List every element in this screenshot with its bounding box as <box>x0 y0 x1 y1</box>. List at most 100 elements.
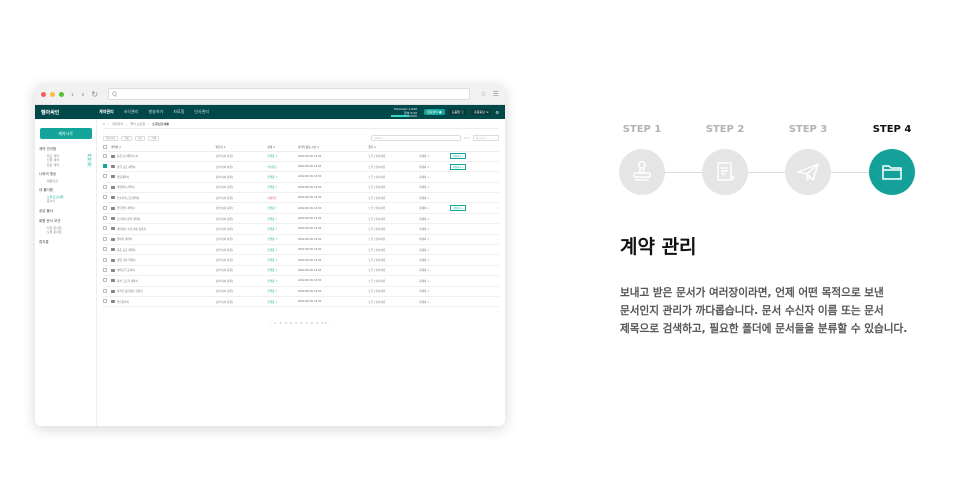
help-button[interactable]: 도움말 ⓘ <box>448 109 467 115</box>
row-detail-link[interactable]: 자세히 > <box>419 186 429 189</box>
maximize-dot[interactable] <box>59 91 64 97</box>
table-row[interactable]: 인수인계 근로계약서 김수미(서 사원) 서명취소 2022-08-30 14:30 노… <box>103 192 499 204</box>
col-sender[interactable]: 발신자 ⇕ <box>215 144 268 152</box>
sign-button[interactable]: 서명하기 ▾ <box>449 153 467 160</box>
move-button[interactable]: 이동하기 <box>103 135 119 141</box>
row-title[interactable]: 업무협약서 <box>117 301 129 304</box>
table-row[interactable]: 재택근무 동의서 김수미(서 사원) 진행중 ↑ 2022-08-30 14:30 노무… <box>103 265 499 277</box>
row-checkbox[interactable] <box>103 195 107 200</box>
step-circle-4[interactable] <box>869 149 915 195</box>
row-checkbox[interactable] <box>103 257 107 262</box>
row-title[interactable]: 물품 공급 계약서 <box>117 249 135 252</box>
row-checkbox[interactable] <box>103 247 107 252</box>
table-row[interactable]: 표준근로계약서 (1) 김수미(서 사원) 진행중 ↑ 2022-08-30 14:3… <box>103 151 499 162</box>
table-row[interactable]: 퇴직금 중간정산 신청서 김수미(서 사원) 진행중 ↑ 2022-08-30 14:… <box>103 286 499 297</box>
row-checkbox[interactable] <box>103 205 107 210</box>
row-detail-link[interactable]: 자세히 > <box>419 218 429 221</box>
table-row[interactable]: 파견 근로자 계약서 김수미(서 사원) 진행중 ↑ 2022-08-30 14:30… <box>103 275 499 287</box>
sign-button[interactable]: 서명하기 ▾ <box>449 205 467 212</box>
row-title[interactable]: 연봉계약서 <box>117 176 129 179</box>
row-title[interactable]: 겸업 금지 약정서 <box>117 259 135 262</box>
row-detail-link[interactable]: 자세히 > <box>419 238 429 241</box>
row-checkbox[interactable] <box>103 153 107 158</box>
table-row[interactable]: 겸업 금지 약정서 김수미(서 사원) 진행중 ↑ 2022-08-30 14:30 노… <box>103 254 499 266</box>
sidebar-section-header[interactable]: 나와의 맹승 <box>39 172 92 177</box>
row-checkbox[interactable] <box>103 267 107 272</box>
row-title[interactable]: 재택근무 동의서 <box>117 269 135 272</box>
notification-button[interactable]: 알림센터 ● <box>424 109 445 115</box>
row-detail-link[interactable]: 자세히 > <box>419 280 429 283</box>
sidebar-section-header[interactable]: 휴지통 <box>39 240 92 245</box>
menu-icon[interactable]: ☰ <box>493 90 499 98</box>
rename-button[interactable]: 이름 <box>121 135 132 141</box>
nav-contracts[interactable]: 계약관리 <box>99 109 114 115</box>
row-detail-link[interactable]: 자세히 > <box>419 166 429 169</box>
sidebar-item[interactable]: · 오류 문서함 <box>39 230 92 235</box>
home-icon[interactable]: ⌂ <box>103 122 105 126</box>
row-title[interactable]: 표준근로계약서 (1) <box>117 155 138 158</box>
row-detail-link[interactable]: 자세히 > <box>419 269 429 272</box>
row-title[interactable]: 프리랜서 용역 계약서 <box>117 218 140 221</box>
crumb-contracts[interactable]: 계약관리 <box>112 122 123 126</box>
row-title[interactable]: 개인정보 수집 이용 동의서 <box>117 228 146 231</box>
search-input[interactable]: Search ... <box>371 135 462 141</box>
row-title[interactable]: 퇴직금 중간정산 신청서 <box>117 290 143 293</box>
table-row[interactable]: 용역 공급 계약서 김수미(서 사원) 복수완료 2022-08-30 14:30 노무… <box>103 161 499 173</box>
row-title[interactable]: 임대차 계약서 <box>117 238 132 241</box>
sidebar-section-header[interactable]: 내 폴더함 <box>39 188 92 193</box>
row-checkbox[interactable] <box>103 226 107 231</box>
row-detail-link[interactable]: 자세히 > <box>419 155 429 158</box>
row-checkbox[interactable] <box>103 164 107 169</box>
sidebar-section-header[interactable]: 계약 관리함 <box>39 147 92 152</box>
col-time[interactable]: 마지막 활동 시간 ⇕ <box>297 144 369 152</box>
back-icon[interactable]: ‹ <box>71 90 74 99</box>
crumb-folder-box[interactable]: 폴더 보관함 <box>130 122 145 126</box>
sort-select[interactable]: 최신 순 ▾ <box>473 135 499 141</box>
sidebar-section-header[interactable]: 공유 폴더 <box>39 209 92 214</box>
sidebar-item[interactable]: · 대용인금 <box>39 179 92 184</box>
sidebar-section-header[interactable]: 회원 문서 보관 <box>39 219 92 224</box>
row-detail-link[interactable]: 자세히 > <box>419 176 429 179</box>
table-row[interactable]: 업무위탁 계약서 김수미(서 사원) 진행중 ↑ 2022-08-30 14:30 노무… <box>103 202 499 214</box>
row-checkbox[interactable] <box>103 184 107 189</box>
row-detail-link[interactable]: 자세히 > <box>419 259 429 262</box>
row-detail-link[interactable]: 자세히 > <box>419 301 429 304</box>
star-icon[interactable]: ☆ <box>480 90 486 98</box>
row-checkbox[interactable] <box>103 288 107 293</box>
row-detail-link[interactable]: 자세히 > <box>419 249 429 252</box>
row-detail-link[interactable]: 자세히 > <box>419 197 429 200</box>
pagination[interactable]: ‹ 1 2 3 4 5 6 7 8 9 10 › <box>103 321 499 325</box>
nav-files[interactable]: 자료함 <box>173 109 184 115</box>
row-checkbox[interactable] <box>103 236 107 241</box>
brand-logo[interactable]: 텔아싸인 <box>41 109 99 116</box>
sign-button[interactable]: 서명하기 ▾ <box>449 163 467 170</box>
table-row[interactable]: 연봉계약서 김수미(서 사원) 진행중 ↑ 2022-08-30 14:30 노무 | … <box>103 171 499 183</box>
row-title[interactable]: 인수인계 근로계약서 <box>117 197 139 200</box>
table-row[interactable]: 임대차 계약서 김수미(서 사원) 진행중 ↑ 2022-08-30 14:30 노무 … <box>103 234 499 246</box>
table-row[interactable]: 물품 공급 계약서 김수미(서 사원) 진행중 ↑ 2022-08-30 14:30 노… <box>103 244 499 256</box>
reload-icon[interactable]: ↻ <box>91 90 98 99</box>
start-contract-button[interactable]: 계약시작 <box>39 128 92 139</box>
row-title[interactable]: 용역 공급 계약서 <box>117 166 135 169</box>
delete-button[interactable]: 삭제 <box>148 135 160 141</box>
row-checkbox[interactable] <box>103 216 107 221</box>
nav-templates[interactable]: 서식관리 <box>124 109 139 115</box>
address-bar[interactable]: Q <box>108 88 471 100</box>
col-name[interactable]: 계약명 ⇕ <box>111 144 216 152</box>
gear-icon[interactable]: ⚙ <box>495 110 499 115</box>
row-title[interactable]: 파견 근로자 계약서 <box>117 280 138 283</box>
nav-hr[interactable]: 인사관리 <box>194 109 209 115</box>
filter-icon[interactable]: Q ▽ <box>464 136 470 140</box>
table-row[interactable]: 개인정보 수집 이용 동의서 김수미(서 사원) 진행중 ↑ 2022-08-30 1… <box>103 223 499 235</box>
col-folder[interactable]: 폴더 ⇕ <box>368 144 420 152</box>
col-status[interactable]: 상태 ⇕ <box>267 144 298 152</box>
sidebar-item[interactable]: · 완료 계약 32 <box>39 162 92 168</box>
minimize-dot[interactable] <box>50 91 55 97</box>
row-detail-link[interactable]: 자세히 > <box>419 290 429 293</box>
row-detail-link[interactable]: 자세히 > <box>419 228 429 231</box>
close-dot[interactable] <box>41 91 46 97</box>
table-row[interactable]: 업무협약서 김수미(서 사원) 진행중 ↑ 2022-08-30 14:30 노무 | … <box>103 296 499 308</box>
table-row[interactable]: 비밀유지 서약서 김수미(서 사원) 진행중 ↑ 2022-08-30 14:30 노무… <box>103 182 499 194</box>
account-button[interactable]: 홍길동님 ⇲ <box>470 109 492 115</box>
table-row[interactable]: 프리랜서 용역 계약서 김수미(서 사원) 진행중 ↑ 2022-08-30 14:3… <box>103 213 499 225</box>
